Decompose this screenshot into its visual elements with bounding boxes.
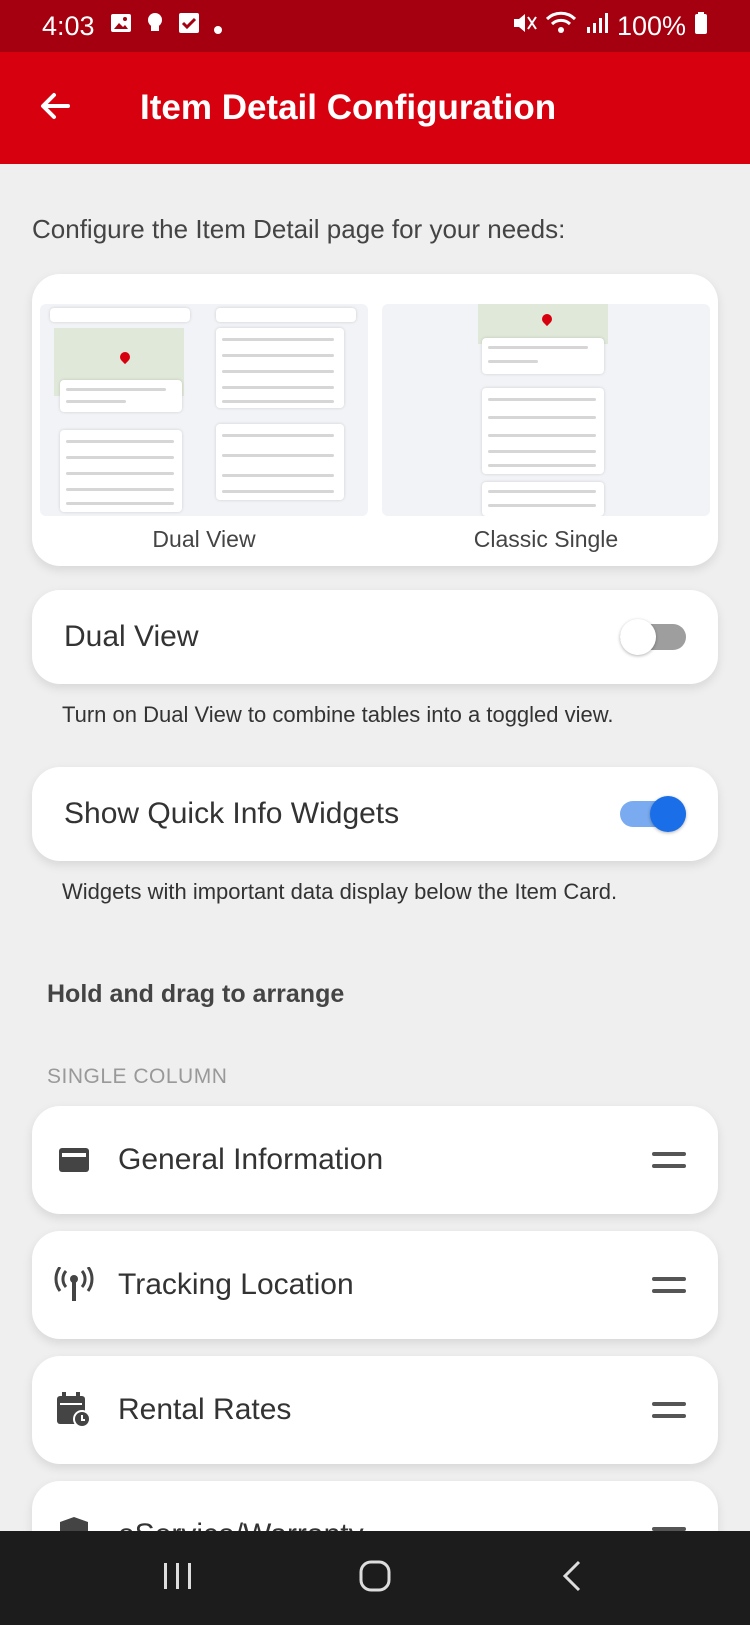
- quick-info-widgets-switch[interactable]: [620, 796, 686, 832]
- dual-view-preview-label: Dual View: [152, 526, 256, 552]
- gallery-icon: [109, 11, 133, 42]
- intro-text: Configure the Item Detail page for your …: [32, 214, 566, 244]
- arrow-back-icon: [38, 89, 72, 128]
- arrange-item-label: General Information: [118, 1143, 384, 1176]
- content-scroll[interactable]: Configure the Item Detail page for your …: [0, 164, 750, 1531]
- dual-view-helper-text: Turn on Dual View to combine tables into…: [62, 702, 614, 727]
- home-button[interactable]: [335, 1548, 415, 1608]
- dot-icon: [213, 11, 223, 42]
- battery-level: 100%: [616, 10, 686, 41]
- arrange-item-eservice-warranty[interactable]: eService/Warranty: [32, 1481, 718, 1531]
- classic-single-preview-label: Classic Single: [473, 526, 619, 552]
- chevron-left-icon: [560, 1559, 584, 1598]
- bulb-icon: [145, 11, 165, 42]
- calendar-clock-icon: [54, 1390, 94, 1430]
- shield-icon: [54, 1515, 94, 1531]
- antenna-icon: [54, 1265, 94, 1305]
- arrange-section-title: Hold and drag to arrange: [47, 980, 345, 1008]
- dual-view-preview[interactable]: [40, 304, 368, 516]
- single-column-header: SINGLE COLUMN: [47, 1065, 228, 1088]
- dual-view-setting[interactable]: Dual View: [32, 590, 718, 684]
- battery-icon: [694, 11, 708, 42]
- classic-single-preview[interactable]: [382, 304, 710, 516]
- arrange-item-rental-rates[interactable]: Rental Rates: [32, 1356, 718, 1464]
- dual-view-switch[interactable]: [620, 619, 686, 655]
- quick-info-widgets-helper-text: Widgets with important data display belo…: [62, 879, 618, 904]
- drag-handle-icon[interactable]: [652, 1402, 686, 1418]
- arrange-item-tracking-location[interactable]: Tracking Location: [32, 1231, 718, 1339]
- layout-preview-card: Dual View Classic Single: [32, 274, 718, 566]
- app-bar: Item Detail Configuration: [0, 52, 750, 164]
- system-back-button[interactable]: [532, 1548, 612, 1608]
- quick-info-widgets-label: Show Quick Info Widgets: [64, 797, 400, 830]
- signal-icon: [585, 11, 609, 42]
- back-button[interactable]: [0, 52, 110, 164]
- status-bar: 4:03 100%: [0, 0, 750, 52]
- recent-apps-button[interactable]: [138, 1548, 218, 1608]
- drag-handle-icon[interactable]: [652, 1152, 686, 1168]
- system-nav-bar: [0, 1531, 750, 1625]
- arrange-item-label: Rental Rates: [118, 1393, 292, 1426]
- arrange-item-label: eService/Warranty: [118, 1518, 364, 1531]
- arrange-item-label: Tracking Location: [118, 1268, 354, 1301]
- wifi-icon: [545, 11, 577, 42]
- arrange-item-general-information[interactable]: General Information: [32, 1106, 718, 1214]
- dual-view-label: Dual View: [64, 620, 199, 653]
- page-title: Item Detail Configuration: [140, 88, 557, 127]
- card-icon: [54, 1140, 94, 1180]
- mute-icon: [511, 11, 537, 42]
- home-icon: [358, 1559, 392, 1598]
- status-time: 4:03: [42, 10, 95, 41]
- check-box-icon: [177, 11, 201, 42]
- recent-apps-icon: [161, 1561, 195, 1596]
- drag-handle-icon[interactable]: [652, 1277, 686, 1293]
- quick-info-widgets-setting[interactable]: Show Quick Info Widgets: [32, 767, 718, 861]
